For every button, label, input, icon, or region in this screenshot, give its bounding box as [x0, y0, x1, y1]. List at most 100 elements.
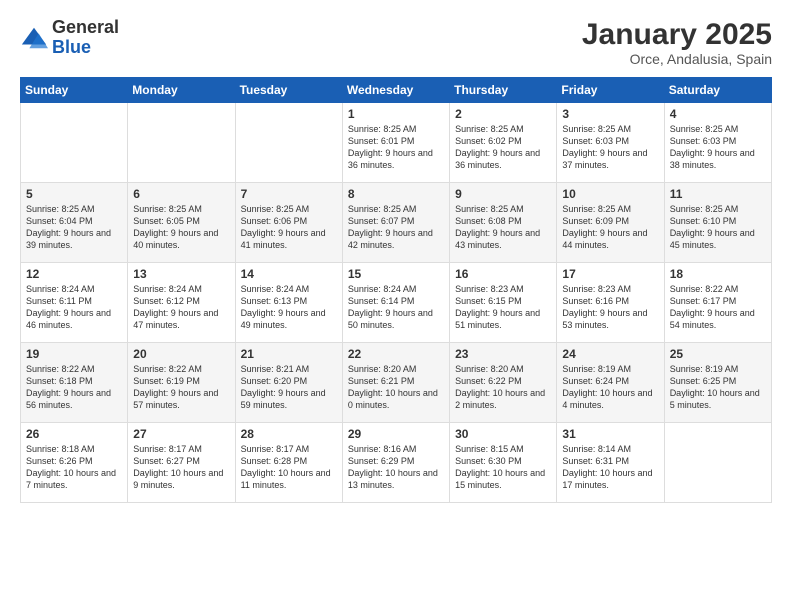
day-number: 6 [133, 187, 229, 201]
calendar-cell: 13 Sunrise: 8:24 AM Sunset: 6:12 PM Dayli… [128, 263, 235, 343]
day-number: 28 [241, 427, 337, 441]
day-number: 13 [133, 267, 229, 281]
calendar-subtitle: Orce, Andalusia, Spain [582, 51, 772, 67]
day-number: 7 [241, 187, 337, 201]
day-number: 22 [348, 347, 444, 361]
calendar-weekday-wednesday: Wednesday [342, 78, 449, 103]
calendar-cell: 23 Sunrise: 8:20 AM Sunset: 6:22 PM Dayli… [450, 343, 557, 423]
day-info: Sunrise: 8:25 AM Sunset: 6:09 PM Dayligh… [562, 203, 658, 252]
logo-blue-text: Blue [52, 37, 91, 57]
day-number: 10 [562, 187, 658, 201]
day-number: 12 [26, 267, 122, 281]
calendar-cell: 10 Sunrise: 8:25 AM Sunset: 6:09 PM Dayli… [557, 183, 664, 263]
calendar-cell: 11Sunrise: 8:25 AM Sunset: 6:10 PM Dayli… [664, 183, 771, 263]
day-number: 19 [26, 347, 122, 361]
day-number: 3 [562, 107, 658, 121]
day-info: Sunrise: 8:22 AM Sunset: 6:19 PM Dayligh… [133, 363, 229, 412]
calendar-cell: 18 Sunrise: 8:22 AM Sunset: 6:17 PM Dayli… [664, 263, 771, 343]
day-info: Sunrise: 8:25 AM Sunset: 6:08 PM Dayligh… [455, 203, 551, 252]
day-info: Sunrise: 8:25 AM Sunset: 6:02 PM Dayligh… [455, 123, 551, 172]
day-info: Sunrise: 8:19 AM Sunset: 6:25 PM Dayligh… [670, 363, 766, 412]
calendar-weekday-monday: Monday [128, 78, 235, 103]
calendar-week-0: 1Sunrise: 8:25 AM Sunset: 6:01 PM Daylig… [21, 103, 772, 183]
day-info: Sunrise: 8:18 AM Sunset: 6:26 PM Dayligh… [26, 443, 122, 492]
day-info: Sunrise: 8:25 AM Sunset: 6:01 PM Dayligh… [348, 123, 444, 172]
calendar-cell: 5 Sunrise: 8:25 AM Sunset: 6:04 PM Daylig… [21, 183, 128, 263]
calendar-weekday-thursday: Thursday [450, 78, 557, 103]
calendar-cell [21, 103, 128, 183]
logo: General Blue [20, 18, 119, 58]
day-number: 4 [670, 107, 766, 121]
day-number: 2 [455, 107, 551, 121]
day-info: Sunrise: 8:14 AM Sunset: 6:31 PM Dayligh… [562, 443, 658, 492]
day-number: 15 [348, 267, 444, 281]
day-number: 20 [133, 347, 229, 361]
logo-general-text: General [52, 17, 119, 37]
calendar-header-row: SundayMondayTuesdayWednesdayThursdayFrid… [21, 78, 772, 103]
day-info: Sunrise: 8:20 AM Sunset: 6:22 PM Dayligh… [455, 363, 551, 412]
day-number: 24 [562, 347, 658, 361]
day-info: Sunrise: 8:22 AM Sunset: 6:17 PM Dayligh… [670, 283, 766, 332]
calendar-cell: 25 Sunrise: 8:19 AM Sunset: 6:25 PM Dayli… [664, 343, 771, 423]
day-number: 14 [241, 267, 337, 281]
day-number: 18 [670, 267, 766, 281]
calendar-cell: 8Sunrise: 8:25 AM Sunset: 6:07 PM Daylig… [342, 183, 449, 263]
day-info: Sunrise: 8:24 AM Sunset: 6:11 PM Dayligh… [26, 283, 122, 332]
calendar-cell: 7 Sunrise: 8:25 AM Sunset: 6:06 PM Daylig… [235, 183, 342, 263]
calendar-cell [128, 103, 235, 183]
day-number: 16 [455, 267, 551, 281]
day-number: 5 [26, 187, 122, 201]
day-number: 17 [562, 267, 658, 281]
calendar-cell [235, 103, 342, 183]
calendar-cell: 14 Sunrise: 8:24 AM Sunset: 6:13 PM Dayli… [235, 263, 342, 343]
page: General Blue January 2025 Orce, Andalusi… [0, 0, 792, 612]
calendar-cell: 26 Sunrise: 8:18 AM Sunset: 6:26 PM Dayli… [21, 423, 128, 503]
day-info: Sunrise: 8:25 AM Sunset: 6:06 PM Dayligh… [241, 203, 337, 252]
day-number: 8 [348, 187, 444, 201]
calendar-cell: 2 Sunrise: 8:25 AM Sunset: 6:02 PM Daylig… [450, 103, 557, 183]
calendar-week-1: 5 Sunrise: 8:25 AM Sunset: 6:04 PM Daylig… [21, 183, 772, 263]
day-info: Sunrise: 8:24 AM Sunset: 6:13 PM Dayligh… [241, 283, 337, 332]
calendar-week-2: 12 Sunrise: 8:24 AM Sunset: 6:11 PM Dayli… [21, 263, 772, 343]
calendar-cell: 12 Sunrise: 8:24 AM Sunset: 6:11 PM Dayli… [21, 263, 128, 343]
calendar-cell: 15Sunrise: 8:24 AM Sunset: 6:14 PM Dayli… [342, 263, 449, 343]
day-info: Sunrise: 8:25 AM Sunset: 6:03 PM Dayligh… [562, 123, 658, 172]
calendar-cell: 9 Sunrise: 8:25 AM Sunset: 6:08 PM Daylig… [450, 183, 557, 263]
day-info: Sunrise: 8:25 AM Sunset: 6:04 PM Dayligh… [26, 203, 122, 252]
calendar-cell: 27 Sunrise: 8:17 AM Sunset: 6:27 PM Dayli… [128, 423, 235, 503]
calendar-cell: 28 Sunrise: 8:17 AM Sunset: 6:28 PM Dayli… [235, 423, 342, 503]
day-number: 30 [455, 427, 551, 441]
calendar-cell: 29 Sunrise: 8:16 AM Sunset: 6:29 PM Dayli… [342, 423, 449, 503]
day-info: Sunrise: 8:23 AM Sunset: 6:16 PM Dayligh… [562, 283, 658, 332]
day-number: 26 [26, 427, 122, 441]
day-number: 29 [348, 427, 444, 441]
calendar-cell: 3 Sunrise: 8:25 AM Sunset: 6:03 PM Daylig… [557, 103, 664, 183]
day-number: 27 [133, 427, 229, 441]
day-number: 9 [455, 187, 551, 201]
calendar-cell: 20 Sunrise: 8:22 AM Sunset: 6:19 PM Dayli… [128, 343, 235, 423]
day-number: 25 [670, 347, 766, 361]
day-info: Sunrise: 8:17 AM Sunset: 6:28 PM Dayligh… [241, 443, 337, 492]
calendar-cell: 21Sunrise: 8:21 AM Sunset: 6:20 PM Dayli… [235, 343, 342, 423]
day-number: 23 [455, 347, 551, 361]
header: General Blue January 2025 Orce, Andalusi… [20, 18, 772, 67]
day-info: Sunrise: 8:16 AM Sunset: 6:29 PM Dayligh… [348, 443, 444, 492]
day-info: Sunrise: 8:15 AM Sunset: 6:30 PM Dayligh… [455, 443, 551, 492]
calendar-table: SundayMondayTuesdayWednesdayThursdayFrid… [20, 77, 772, 503]
calendar-week-4: 26 Sunrise: 8:18 AM Sunset: 6:26 PM Dayli… [21, 423, 772, 503]
day-info: Sunrise: 8:25 AM Sunset: 6:03 PM Dayligh… [670, 123, 766, 172]
calendar-cell: 4 Sunrise: 8:25 AM Sunset: 6:03 PM Daylig… [664, 103, 771, 183]
calendar-cell [664, 423, 771, 503]
calendar-cell: 17 Sunrise: 8:23 AM Sunset: 6:16 PM Dayli… [557, 263, 664, 343]
calendar-cell: 24 Sunrise: 8:19 AM Sunset: 6:24 PM Dayli… [557, 343, 664, 423]
title-block: January 2025 Orce, Andalusia, Spain [582, 18, 772, 67]
calendar-weekday-tuesday: Tuesday [235, 78, 342, 103]
day-info: Sunrise: 8:24 AM Sunset: 6:12 PM Dayligh… [133, 283, 229, 332]
calendar-cell: 22Sunrise: 8:20 AM Sunset: 6:21 PM Dayli… [342, 343, 449, 423]
calendar-weekday-sunday: Sunday [21, 78, 128, 103]
day-info: Sunrise: 8:19 AM Sunset: 6:24 PM Dayligh… [562, 363, 658, 412]
calendar-weekday-friday: Friday [557, 78, 664, 103]
calendar-title: January 2025 [582, 18, 772, 51]
day-info: Sunrise: 8:25 AM Sunset: 6:05 PM Dayligh… [133, 203, 229, 252]
day-info: Sunrise: 8:17 AM Sunset: 6:27 PM Dayligh… [133, 443, 229, 492]
